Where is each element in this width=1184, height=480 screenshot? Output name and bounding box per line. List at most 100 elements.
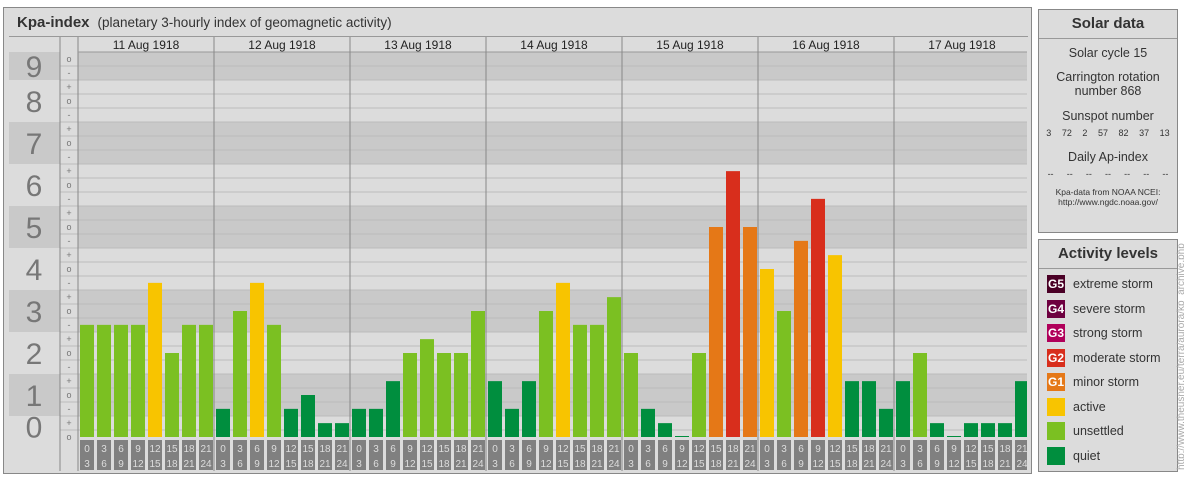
interval-end: 6 xyxy=(645,459,651,470)
sub-tick: + xyxy=(66,250,71,260)
legend-swatch: G2 xyxy=(1047,348,1065,367)
band-6 xyxy=(9,164,1027,206)
interval-start: 18 xyxy=(455,444,467,455)
interval-start: 15 xyxy=(710,444,722,455)
kp-bar xyxy=(573,324,587,437)
interval-end: 21 xyxy=(455,459,467,470)
kp-bar xyxy=(505,408,519,437)
ap-label: Daily Ap-index xyxy=(1068,150,1148,164)
y-tick-label: 8 xyxy=(26,86,43,119)
kp-bar xyxy=(1015,381,1027,437)
interval-end: 18 xyxy=(574,459,586,470)
kp-bar xyxy=(590,324,604,437)
sub-tick: o xyxy=(66,390,71,400)
interval-end: 6 xyxy=(373,459,379,470)
day-label: 15 Aug 1918 xyxy=(656,38,724,52)
legend-label: extreme storm xyxy=(1073,277,1153,292)
kp-bar xyxy=(692,353,706,437)
legend-item: quiet xyxy=(1039,444,1177,469)
interval-end: 3 xyxy=(900,459,906,470)
sunspot-value: 13 xyxy=(1159,128,1170,138)
interval-end: 24 xyxy=(744,459,756,470)
interval-end: 9 xyxy=(118,459,124,470)
legend-item: active xyxy=(1039,395,1177,420)
interval-end: 12 xyxy=(132,459,144,470)
sub-tick: o xyxy=(66,54,71,64)
kp-bar xyxy=(743,227,757,437)
kp-bar xyxy=(114,324,128,437)
interval-end: 18 xyxy=(710,459,722,470)
interval-start: 0 xyxy=(628,444,634,455)
kp-bar xyxy=(777,311,791,437)
interval-end: 15 xyxy=(693,459,705,470)
kp-bar xyxy=(267,324,281,437)
interval-start: 3 xyxy=(373,444,379,455)
interval-end: 12 xyxy=(812,459,824,470)
interval-end: 6 xyxy=(509,459,515,470)
kp-bar xyxy=(539,311,553,437)
day-label: 13 Aug 1918 xyxy=(384,38,452,52)
interval-end: 12 xyxy=(404,459,416,470)
source-line-1: Kpa-data from NOAA NCEI: xyxy=(1055,187,1161,197)
sunspot-value: 37 xyxy=(1139,128,1150,138)
sub-tick: o xyxy=(66,264,71,274)
solar-data-title: Solar data xyxy=(1039,10,1177,39)
interval-start: 0 xyxy=(764,444,770,455)
legend-label: severe storm xyxy=(1073,301,1146,316)
interval-start: 0 xyxy=(84,444,90,455)
sunspot-values: 3 72 2 57 82 37 13 xyxy=(1039,128,1177,138)
interval-start: 18 xyxy=(591,444,603,455)
sunspot-value: 2 xyxy=(1082,128,1088,138)
legend-item: G2 moderate storm xyxy=(1039,346,1177,371)
legend-swatch: G5 xyxy=(1047,275,1065,294)
kp-bar xyxy=(947,436,961,437)
interval-end: 12 xyxy=(676,459,688,470)
ap-value: -- xyxy=(1143,169,1150,179)
kp-bar xyxy=(811,198,825,437)
interval-start: 9 xyxy=(135,444,141,455)
interval-start: 6 xyxy=(390,444,396,455)
interval-start: 3 xyxy=(101,444,107,455)
interval-start: 3 xyxy=(509,444,515,455)
interval-end: 21 xyxy=(319,459,331,470)
interval-start: 9 xyxy=(543,444,549,455)
legend-item: G5 extreme storm xyxy=(1039,272,1177,297)
sub-tick: - xyxy=(68,110,71,120)
kp-bar xyxy=(335,423,349,437)
interval-start: 15 xyxy=(438,444,450,455)
source-link[interactable]: http://www.ngdc.noaa.gov/ xyxy=(1039,197,1177,207)
interval-end: 6 xyxy=(101,459,107,470)
interval-start: 3 xyxy=(781,444,787,455)
interval-end: 12 xyxy=(268,459,280,470)
legend-item: G3 strong storm xyxy=(1039,321,1177,346)
sub-tick: - xyxy=(68,278,71,288)
interval-end: 3 xyxy=(492,459,498,470)
kp-bar xyxy=(896,381,910,437)
legend-swatch: G1 xyxy=(1047,373,1065,392)
sub-tick: o xyxy=(66,96,71,106)
interval-end: 9 xyxy=(662,459,668,470)
interval-end: 21 xyxy=(727,459,739,470)
sunspot-value: 72 xyxy=(1061,128,1072,138)
interval-start: 6 xyxy=(254,444,260,455)
chart-subtitle: (planetary 3-hourly index of geomagnetic… xyxy=(97,15,392,30)
kp-bar xyxy=(454,353,468,437)
sub-tick: - xyxy=(68,362,71,372)
interval-start: 18 xyxy=(727,444,739,455)
interval-start: 15 xyxy=(846,444,858,455)
interval-start: 6 xyxy=(526,444,532,455)
kp-bar xyxy=(199,324,213,437)
sunspot-label: Sunspot number xyxy=(1062,109,1154,123)
kp-bar xyxy=(675,436,689,437)
legend-swatch xyxy=(1047,446,1065,465)
kp-bar xyxy=(488,381,502,437)
legend-item: G1 minor storm xyxy=(1039,370,1177,395)
kp-bar xyxy=(998,423,1012,437)
interval-start: 0 xyxy=(492,444,498,455)
day-label: 17 Aug 1918 xyxy=(928,38,996,52)
interval-end: 18 xyxy=(982,459,994,470)
sub-tick: + xyxy=(66,82,71,92)
interval-end: 15 xyxy=(557,459,569,470)
interval-start: 0 xyxy=(900,444,906,455)
interval-start: 6 xyxy=(798,444,804,455)
